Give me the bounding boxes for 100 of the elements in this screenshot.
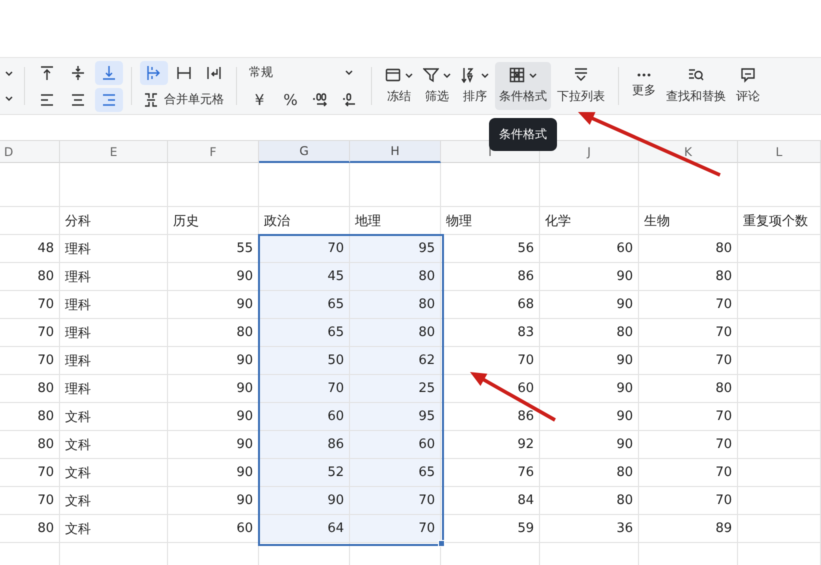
conditional-button[interactable]: 条件格式 [495, 62, 551, 110]
table-cell: 65 [350, 459, 441, 487]
tooltip: 条件格式 [489, 118, 557, 151]
column-header[interactable]: K [639, 140, 738, 163]
table-cell: 80 [540, 319, 639, 347]
column-header[interactable]: J [540, 140, 639, 163]
table-cell: 76 [441, 459, 540, 487]
freeze-button[interactable]: 冻结 [381, 62, 417, 110]
caret-icon [5, 96, 13, 101]
caret-icon [5, 71, 13, 76]
table-cell: 80 [540, 487, 639, 515]
table-cell: 化学 [540, 207, 639, 235]
table-cell: 70 [639, 347, 738, 375]
comment-button[interactable]: 评论 [732, 62, 764, 110]
align-bottom-button[interactable] [95, 60, 123, 84]
table-cell: 70 [639, 431, 738, 459]
table-cell: 文科 [60, 487, 168, 515]
table-cell: 70 [259, 235, 350, 263]
align-top-icon [39, 64, 55, 80]
clip-icon [176, 64, 192, 80]
dropdown-list-icon [573, 67, 589, 83]
table-cell: 理科 [60, 319, 168, 347]
table-cell: 90 [540, 431, 639, 459]
merge-cells-button[interactable]: 合并单元格 [140, 88, 228, 112]
table-cell: 90 [168, 487, 259, 515]
table-cell: 90 [168, 291, 259, 319]
table-cell: 70 [639, 403, 738, 431]
table-cell: 90 [540, 375, 639, 403]
sort-button[interactable]: 排序 [457, 62, 493, 110]
column-header[interactable]: L [738, 140, 821, 163]
filter-button[interactable]: 筛选 [419, 62, 455, 110]
format-button[interactable]: ¥ [245, 88, 274, 112]
find-button[interactable]: 查找和替换 [662, 62, 730, 110]
align-middle-icon [70, 64, 86, 80]
wrap-text-icon [206, 64, 222, 80]
list-button[interactable]: 下拉列表 [553, 62, 609, 110]
format-button[interactable]: % [276, 88, 305, 112]
filter-icon [423, 67, 439, 83]
table-cell: 80 [0, 515, 60, 543]
column-header[interactable]: H [350, 140, 441, 163]
align-right-button[interactable] [95, 88, 123, 112]
table-cell: 60 [540, 235, 639, 263]
column-header[interactable]: E [60, 140, 168, 163]
table-cell: 86 [259, 431, 350, 459]
table-cell: 文科 [60, 403, 168, 431]
fill-handle[interactable] [438, 540, 445, 547]
table-cell: 45 [259, 263, 350, 291]
caret-icon [345, 70, 353, 75]
grid-icon [509, 67, 525, 83]
table-cell: 70 [0, 459, 60, 487]
table-cell: 70 [350, 515, 441, 543]
table-cell: 文科 [60, 431, 168, 459]
table-cell: 60 [259, 403, 350, 431]
table-cell: 60 [168, 515, 259, 543]
decimal-arrow-icon [312, 92, 328, 108]
column-header[interactable]: G [259, 140, 350, 163]
table-cell: 80 [540, 459, 639, 487]
table-cell: 理科 [60, 375, 168, 403]
table-cell: 90 [540, 263, 639, 291]
table-cell: 80 [639, 263, 738, 291]
table-cell: 68 [441, 291, 540, 319]
table-cell: 70 [639, 291, 738, 319]
table-cell: 60 [350, 431, 441, 459]
column-header[interactable]: F [168, 140, 259, 163]
table-cell: 政治 [259, 207, 350, 235]
table-cell: 分科 [60, 207, 168, 235]
more-icon [637, 73, 651, 77]
table-cell: 70 [0, 319, 60, 347]
window-icon [385, 67, 401, 83]
table-cell: 55 [168, 235, 259, 263]
table-cell: 36 [540, 515, 639, 543]
table-cell: 理科 [60, 235, 168, 263]
table-cell: 生物 [639, 207, 738, 235]
table-cell: 理科 [60, 263, 168, 291]
table-cell: 90 [168, 375, 259, 403]
table-cell: 90 [540, 347, 639, 375]
more-button[interactable]: 更多 [628, 62, 660, 110]
align-left-icon [39, 92, 55, 108]
table-cell: 25 [350, 375, 441, 403]
table-cell: 52 [259, 459, 350, 487]
table-cell: 62 [350, 347, 441, 375]
table-cell: 70 [0, 347, 60, 375]
table-cell: 90 [259, 487, 350, 515]
table-cell: 90 [168, 403, 259, 431]
table-cell: 80 [350, 263, 441, 291]
column-header[interactable]: D [0, 140, 60, 163]
table-cell: 物理 [441, 207, 540, 235]
table-cell: 65 [259, 319, 350, 347]
table-cell: 50 [259, 347, 350, 375]
table-cell: 70 [639, 487, 738, 515]
table-cell: 70 [0, 291, 60, 319]
number-format-dropdown[interactable]: 常规 [245, 60, 357, 84]
table-cell: 80 [639, 235, 738, 263]
table-cell: 86 [441, 263, 540, 291]
table-cell: 地理 [350, 207, 441, 235]
table-cell: 90 [168, 263, 259, 291]
table-cell: 89 [639, 515, 738, 543]
table-cell: 80 [0, 403, 60, 431]
table-cell: 70 [0, 487, 60, 515]
merge-icon [144, 92, 158, 106]
